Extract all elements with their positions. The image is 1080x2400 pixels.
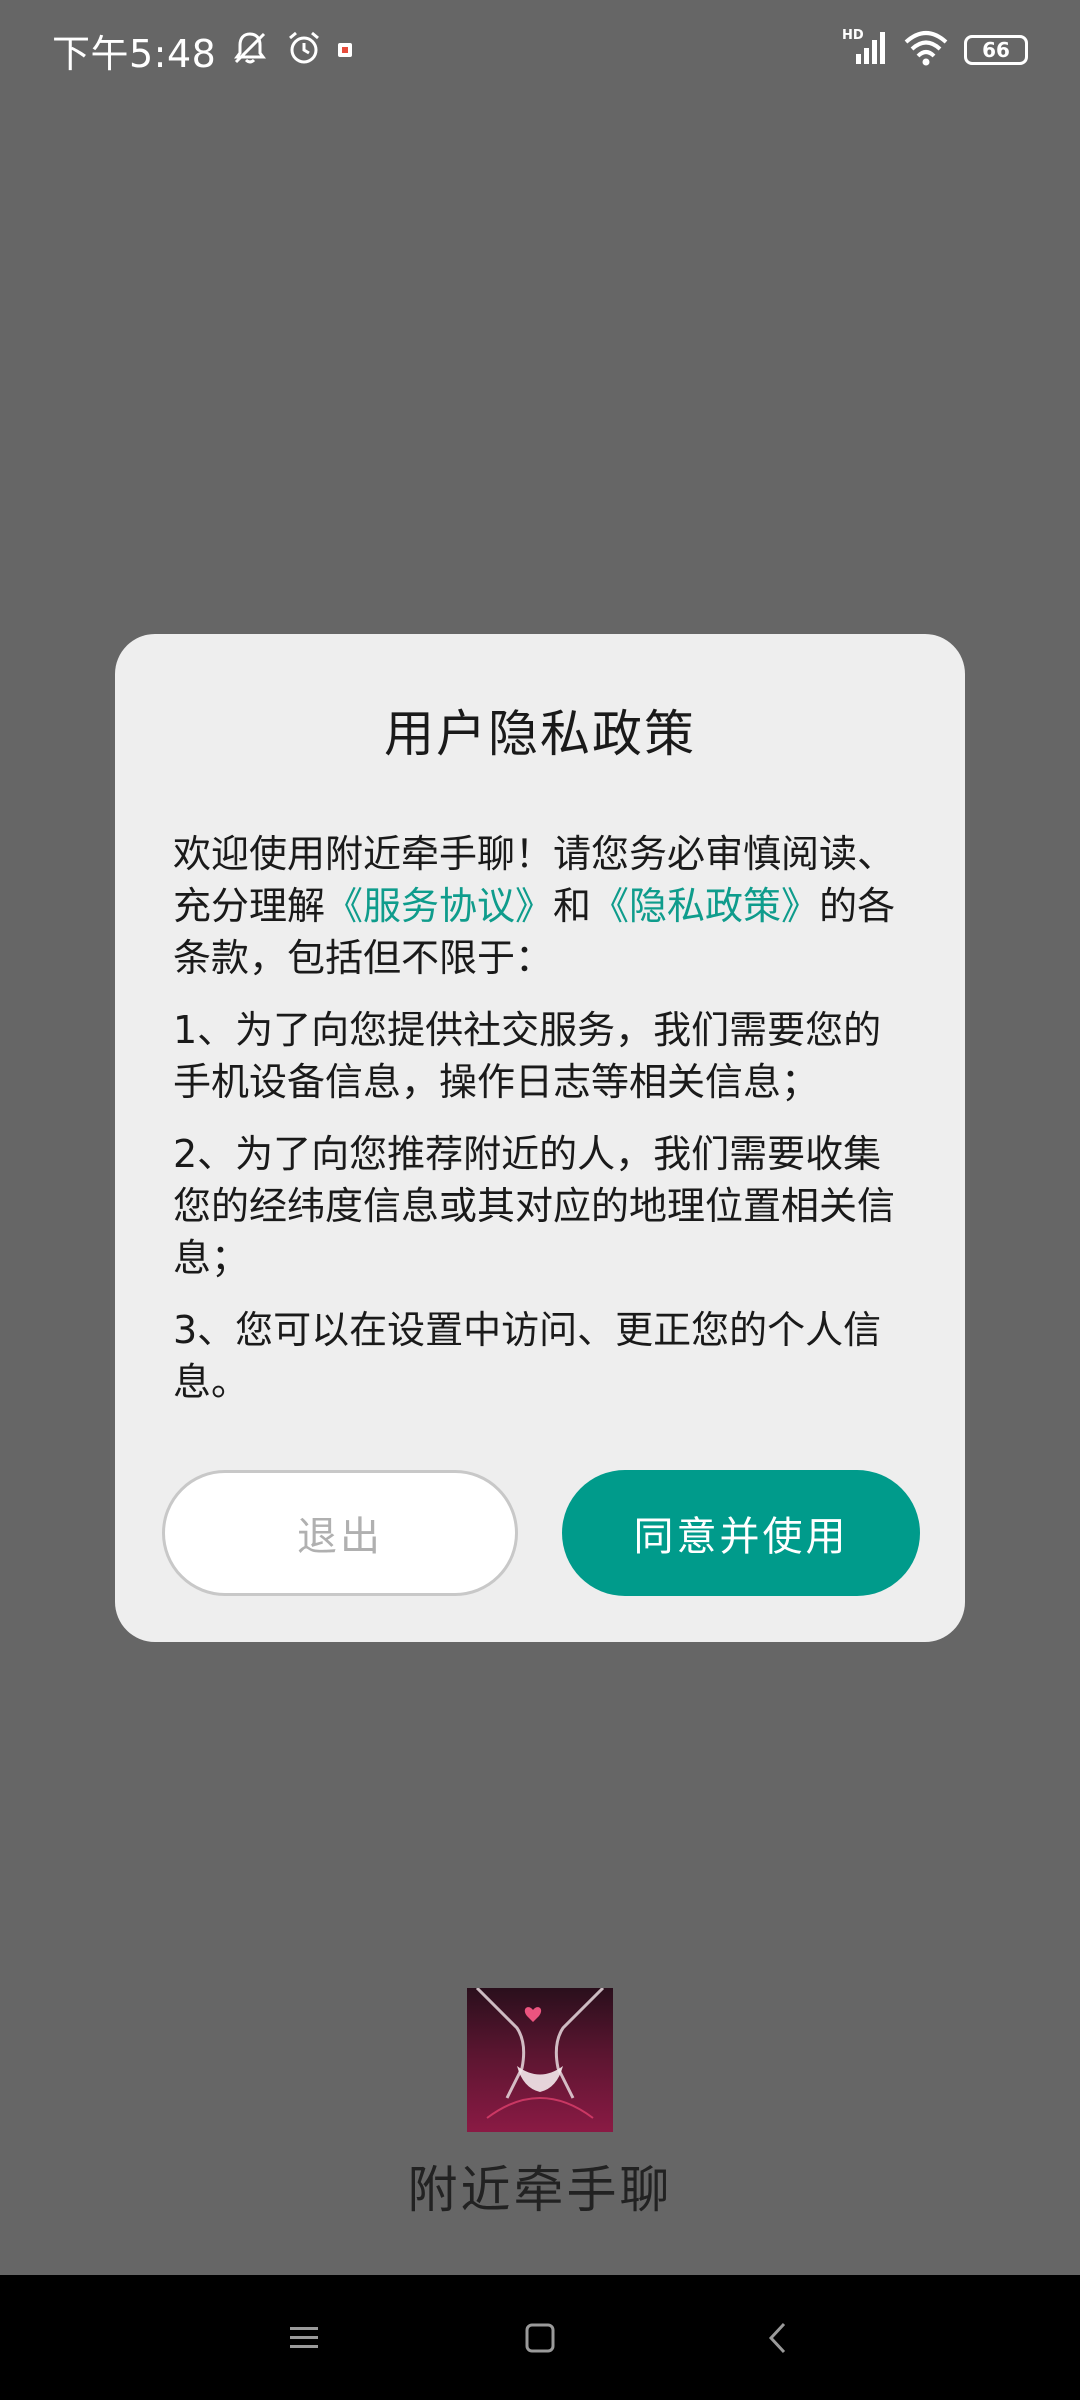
agree-button[interactable]: 同意并使用 <box>562 1470 920 1596</box>
policy-item-2: 2、为了向您推荐附近的人，我们需要收集您的经纬度信息或其对应的地理位置相关信息； <box>173 1132 896 1280</box>
menu-icon[interactable] <box>245 2275 365 2400</box>
intro-paragraph: 欢迎使用附近牵手聊！请您务必审慎阅读、充分理解《服务协议》和《隐私政策》的各条款… <box>173 828 907 984</box>
policy-item-1: 1、为了向您提供社交服务，我们需要您的手机设备信息，操作日志等相关信息； <box>173 1008 882 1104</box>
status-right: HD 66 <box>842 28 1028 70</box>
battery-percent: 66 <box>982 38 1010 62</box>
wifi-icon <box>904 30 948 70</box>
intro-and: 和 <box>553 884 592 928</box>
home-icon[interactable] <box>480 2275 600 2400</box>
status-left: 下午5:48 <box>52 23 353 78</box>
privacy-policy-link[interactable]: 《隐私政策》 <box>591 884 819 928</box>
app-name: 附近牵手聊 <box>407 2161 673 2219</box>
back-icon[interactable] <box>718 2275 838 2400</box>
privacy-dialog: 用户隐私政策 欢迎使用附近牵手聊！请您务必审慎阅读、充分理解《服务协议》和《隐私… <box>115 634 965 1642</box>
dialog-title: 用户隐私政策 <box>384 705 696 763</box>
service-agreement-link[interactable]: 《服务协议》 <box>325 884 553 928</box>
holding-hands-logo-icon <box>467 1988 613 2132</box>
dialog-body: 欢迎使用附近牵手聊！请您务必审慎阅读、充分理解《服务协议》和《隐私政策》的各条款… <box>173 828 907 1408</box>
navigation-bar <box>0 2275 1080 2400</box>
cellular-signal-icon: HD <box>842 28 888 70</box>
battery-level: 66 <box>964 35 1028 65</box>
battery-icon: 66 <box>964 35 1028 65</box>
mute-notification-icon <box>230 28 270 72</box>
policy-item-3: 3、您可以在设置中访问、更正您的个人信息。 <box>173 1308 882 1404</box>
status-time: 下午5:48 <box>52 31 217 76</box>
network-label: HD <box>842 28 864 43</box>
app-notification-icon <box>338 43 353 57</box>
alarm-icon <box>284 28 324 72</box>
dialog-buttons: 退出 同意并使用 <box>162 1470 920 1596</box>
exit-button[interactable]: 退出 <box>162 1470 518 1596</box>
status-bar: 下午5:48 HD 66 <box>0 0 1080 100</box>
